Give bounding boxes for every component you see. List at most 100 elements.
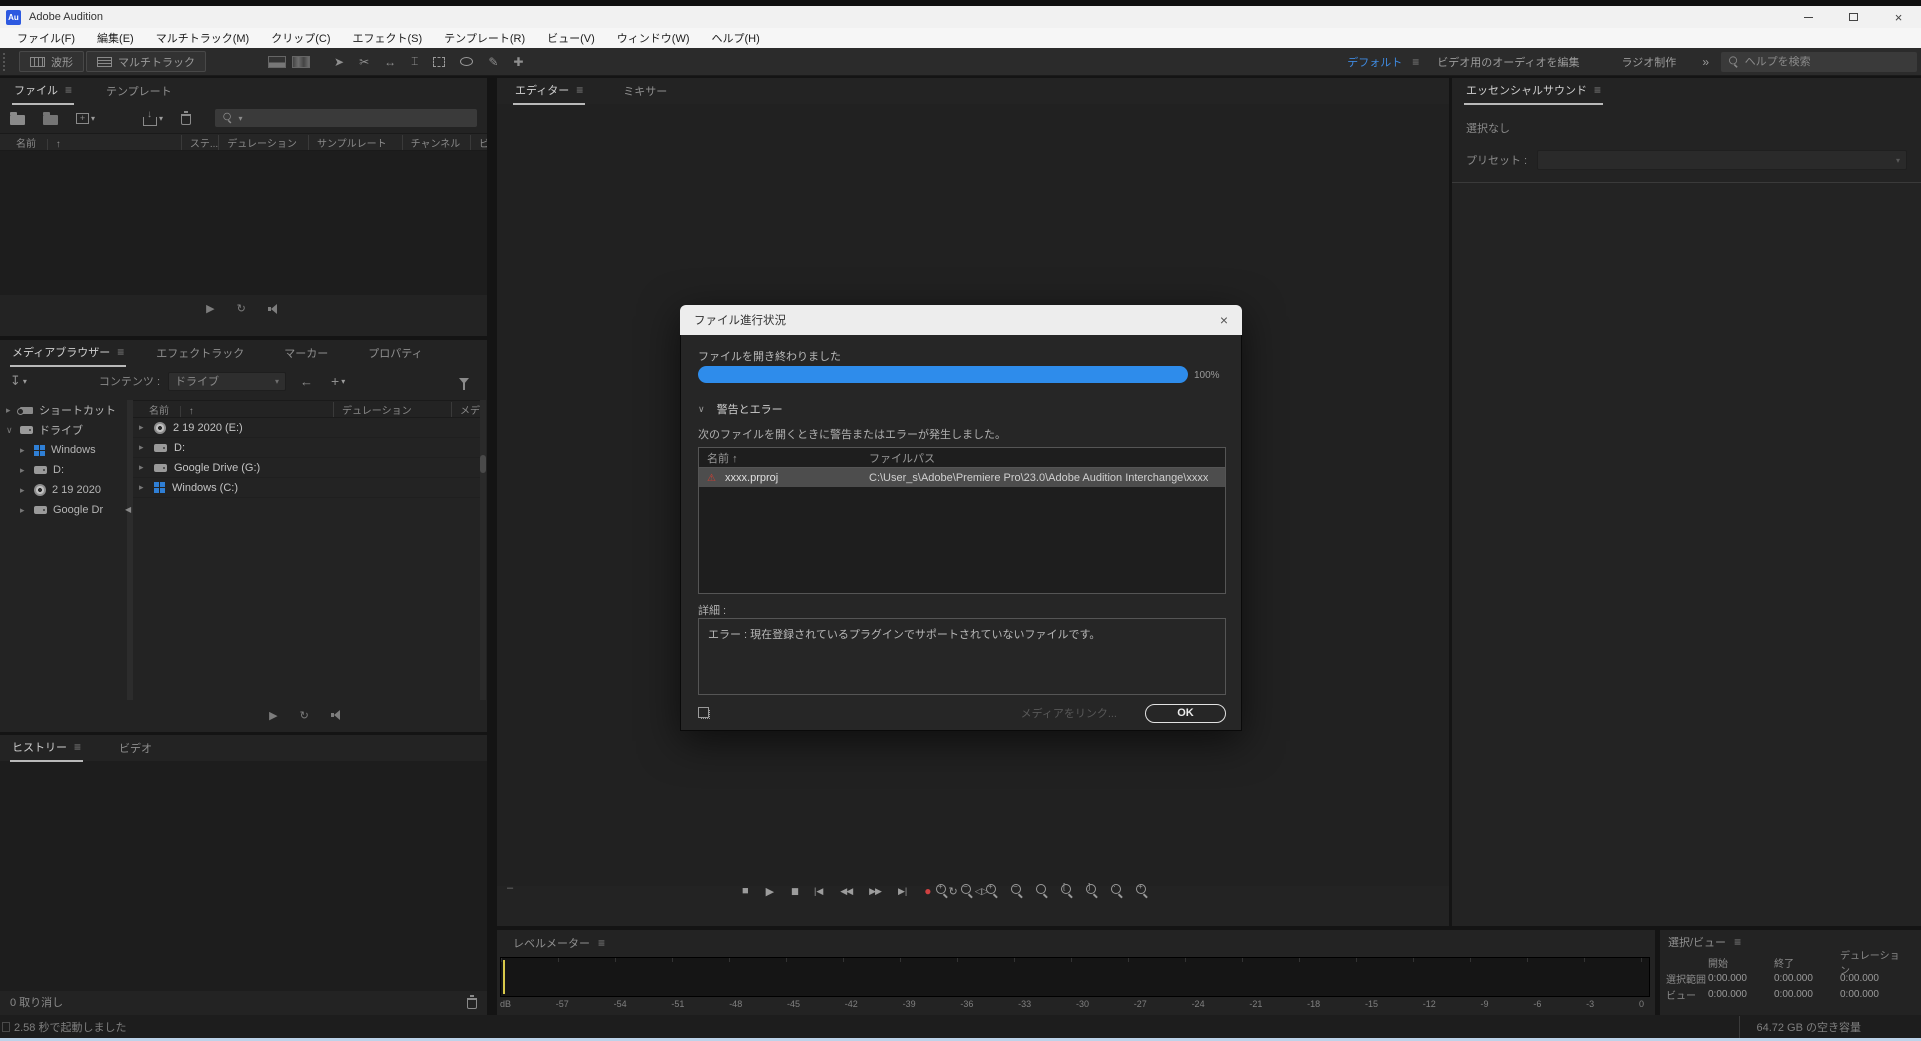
fast-forward-button[interactable]: ▶▶ — [869, 886, 881, 897]
tab-markers[interactable]: マーカー — [282, 340, 330, 366]
paintbrush-selection-tool-icon[interactable]: ✎ — [488, 55, 498, 69]
view-start-value[interactable]: 0:00.000 — [1708, 989, 1774, 1000]
new-file-chevron-icon[interactable]: ▾ — [91, 114, 95, 123]
tab-essential-sound[interactable]: エッセンシャルサウンド ≡ — [1464, 78, 1603, 105]
export-chevron-icon[interactable]: ▾ — [159, 114, 163, 123]
zoom-in-icon[interactable]: + — [935, 884, 949, 898]
dialog-titlebar[interactable]: ファイル進行状況 × — [680, 305, 1242, 335]
tree-shortcuts-chevron-icon[interactable]: ▸ — [6, 405, 14, 416]
move-tool-icon[interactable]: ➤ — [334, 55, 344, 69]
workspace-tab-default[interactable]: デフォルト — [1337, 54, 1412, 70]
tree-item-disc-drive[interactable]: ▸ 2 19 2020 — [0, 480, 127, 500]
tree-item-d-drive[interactable]: ▸ D: — [0, 460, 127, 480]
menu-view[interactable]: ビュー(V) — [536, 30, 606, 46]
menu-edit[interactable]: 編集(E) — [86, 30, 145, 46]
time-selection-tool-icon[interactable]: ⌶ — [411, 54, 418, 69]
files-list-area[interactable] — [0, 151, 487, 295]
zoom-out-time-icon[interactable]: − — [1010, 884, 1024, 898]
zoom-to-selection-icon[interactable] — [1035, 884, 1049, 898]
files-search-input[interactable] — [248, 112, 471, 124]
content-dropdown[interactable]: ドライブ ▾ — [168, 372, 286, 391]
selection-view-menu-icon[interactable]: ≡ — [1734, 935, 1741, 949]
details-box[interactable]: エラー : 現在登録されているプラグインでサポートされていないファイルです。 — [698, 618, 1226, 695]
marquee-selection-tool-icon[interactable] — [433, 57, 445, 67]
close-button[interactable]: × — [1876, 6, 1921, 28]
warnings-collapse-icon[interactable]: ∨ — [698, 404, 705, 415]
files-panel-menu-icon[interactable]: ≡ — [65, 83, 72, 97]
play-button[interactable]: ▶ — [766, 885, 774, 898]
tab-mixer[interactable]: ミキサー — [621, 78, 669, 104]
workspace-tab-edit-audio-for-video[interactable]: ビデオ用のオーディオを編集 — [1419, 54, 1593, 70]
media-auto-play-volume-icon[interactable] — [331, 710, 344, 720]
lasso-selection-tool-icon[interactable] — [460, 57, 473, 66]
warnings-header[interactable]: ∨ 警告とエラー — [698, 401, 783, 417]
minimize-button[interactable] — [1786, 6, 1831, 28]
selection-start-value[interactable]: 0:00.000 — [1708, 973, 1774, 984]
tab-files[interactable]: ファイル ≡ — [12, 78, 74, 105]
dialog-close-icon[interactable]: × — [1220, 312, 1228, 328]
tab-history[interactable]: ヒストリー ≡ — [10, 735, 83, 762]
files-column-header[interactable]: 名前 ↑ ステ... デュレーション サンプルレート チャンネル ビ... — [0, 133, 487, 151]
media-scrollbar[interactable] — [480, 400, 486, 700]
files-loop-icon[interactable]: ↻ — [237, 302, 246, 315]
history-list-area[interactable] — [0, 761, 487, 991]
zoom-timer-icon[interactable]: · — [1110, 884, 1124, 898]
workspace-tab-radio-production[interactable]: ラジオ制作 — [1594, 54, 1691, 70]
zoom-out-icon[interactable]: − — [960, 884, 974, 898]
menu-file[interactable]: ファイル(F) — [6, 30, 86, 46]
record-button[interactable]: ● — [924, 884, 931, 898]
copy-warnings-icon[interactable] — [701, 710, 710, 719]
zoom-out-point-icon[interactable]: ] — [1085, 884, 1099, 898]
tree-item-windows[interactable]: ▸ Windows — [0, 440, 127, 460]
toolbar-grip[interactable] — [3, 53, 7, 71]
media-row-google-drive[interactable]: ▸Google Drive (G:) — [133, 458, 480, 478]
tab-media-browser[interactable]: メディアブラウザー ≡ — [10, 340, 126, 367]
media-add-icon[interactable]: + — [331, 373, 339, 389]
rewind-button[interactable]: ◀◀ — [840, 886, 852, 897]
menu-clip[interactable]: クリップ(C) — [260, 30, 341, 46]
tab-editor[interactable]: エディター ≡ — [513, 78, 585, 105]
new-file-icon[interactable]: + — [76, 113, 89, 124]
menu-template[interactable]: テンプレート(R) — [433, 30, 536, 46]
skip-to-start-button[interactable]: |◀ — [814, 886, 823, 897]
selection-duration-value[interactable]: 0:00.000 — [1840, 973, 1906, 984]
razor-tool-icon[interactable]: ✂ — [359, 55, 369, 69]
view-duration-value[interactable]: 0:00.000 — [1840, 989, 1906, 1000]
level-meter-menu-icon[interactable]: ≡ — [598, 936, 605, 950]
import-file-icon[interactable] — [43, 115, 58, 125]
open-file-icon[interactable] — [10, 115, 25, 125]
files-trash-icon[interactable] — [181, 114, 191, 125]
tab-properties[interactable]: プロパティ — [366, 340, 424, 366]
menu-window[interactable]: ウィンドウ(W) — [606, 30, 701, 46]
tab-templates[interactable]: テンプレート — [104, 78, 174, 104]
media-row-windows[interactable]: ▸Windows (C:) — [133, 478, 480, 498]
view-end-value[interactable]: 0:00.000 — [1774, 989, 1840, 1000]
media-column-header[interactable]: 名前 ↑ デュレーション メディアタ — [133, 400, 480, 418]
ok-button[interactable]: OK — [1145, 704, 1226, 723]
editor-panel-menu-icon[interactable]: ≡ — [576, 83, 583, 97]
warning-row[interactable]: ⚠ xxxx.prproj C:\User_s\Adobe\Premiere P… — [699, 468, 1225, 487]
tree-drives-chevron-icon[interactable]: ∨ — [6, 425, 14, 436]
menu-help[interactable]: ヘルプ(H) — [701, 30, 771, 46]
media-loop-icon[interactable]: ↻ — [300, 709, 309, 722]
skip-to-end-button[interactable]: ▶| — [898, 886, 907, 897]
spot-healing-brush-tool-icon[interactable]: ✚ — [513, 55, 523, 69]
menu-effects[interactable]: エフェクト(S) — [342, 30, 434, 46]
pause-button[interactable]: ▮▮ — [791, 886, 797, 897]
selection-end-value[interactable]: 0:00.000 — [1774, 973, 1840, 984]
files-play-icon[interactable]: ▶ — [206, 302, 214, 315]
preset-dropdown[interactable]: ▾ — [1537, 150, 1907, 170]
history-trash-icon[interactable] — [467, 998, 477, 1009]
zoom-full-icon[interactable]: + — [1135, 884, 1149, 898]
media-browser-menu-icon[interactable]: ≡ — [117, 345, 124, 359]
help-search-input[interactable] — [1745, 56, 1911, 68]
media-row-disc[interactable]: ▸2 19 2020 (E:) — [133, 418, 480, 438]
media-play-icon[interactable]: ▶ — [269, 709, 277, 722]
tab-effects-rack[interactable]: エフェクトラック — [154, 340, 246, 366]
media-add-chevron-icon[interactable]: ▾ — [341, 377, 345, 386]
waveform-view-button[interactable]: 波形 — [19, 51, 84, 72]
tree-item-drives[interactable]: ∨ ドライブ — [0, 420, 127, 440]
slip-tool-icon[interactable]: ↔ — [384, 55, 396, 69]
zoom-in-time-icon[interactable]: + — [985, 884, 999, 898]
warnings-table-header[interactable]: 名前 ↑ ファイルパス — [699, 448, 1225, 468]
